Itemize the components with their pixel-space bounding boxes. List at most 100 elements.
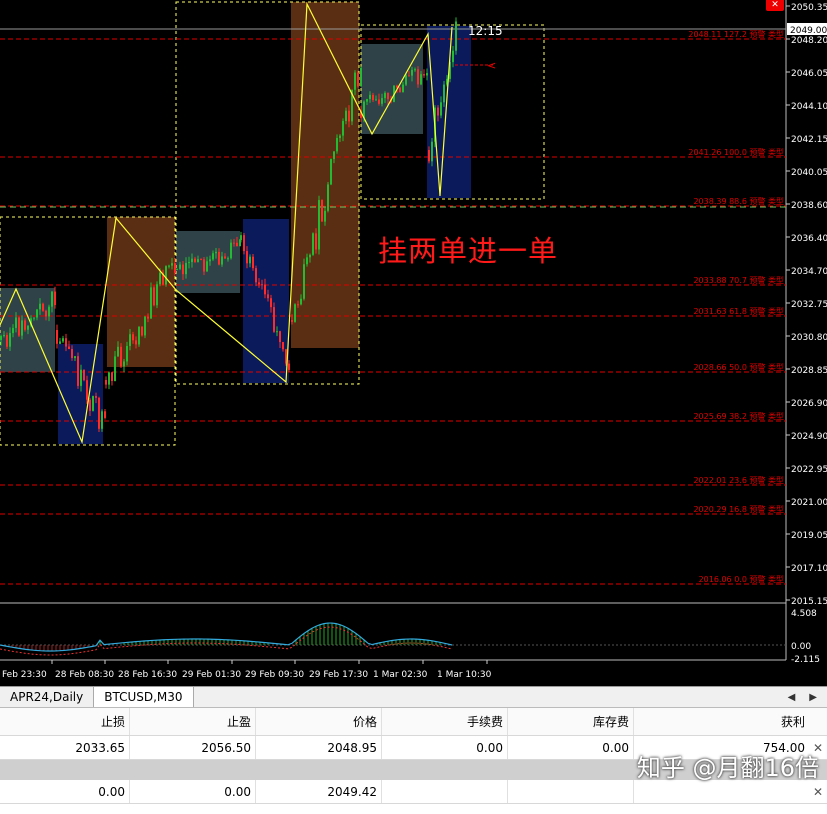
candle-body bbox=[168, 265, 170, 267]
candle-body bbox=[120, 346, 122, 367]
candle-body bbox=[138, 326, 140, 345]
candle-body bbox=[42, 303, 44, 311]
candle-body bbox=[306, 257, 308, 265]
header-stop-loss[interactable]: 止损 bbox=[0, 708, 130, 735]
candle-body bbox=[221, 256, 223, 265]
candle-body bbox=[71, 349, 73, 359]
candle-body bbox=[200, 259, 202, 261]
candle-body bbox=[39, 303, 41, 310]
candle-body bbox=[135, 340, 137, 345]
candle-body bbox=[276, 331, 278, 333]
candle-body bbox=[147, 316, 149, 319]
candle-body bbox=[327, 184, 329, 211]
row-profit bbox=[634, 780, 827, 803]
chart-canvas[interactable]: 2050.35 2048.20 2046.05 2044.10 2042.15 2040.… bbox=[0, 0, 827, 686]
candle-body bbox=[431, 141, 433, 162]
candle-body bbox=[206, 261, 208, 272]
candle-body bbox=[282, 342, 284, 350]
header-take-profit[interactable]: 止盈 bbox=[130, 708, 256, 735]
candle-body bbox=[24, 320, 26, 330]
candle-body bbox=[236, 242, 238, 247]
candle-body bbox=[354, 72, 356, 90]
candle-body bbox=[21, 320, 23, 336]
price-chart[interactable]: 2050.35 2048.20 2046.05 2044.10 2042.15 2040.… bbox=[0, 0, 827, 686]
price-tick-label: 2050.35 bbox=[791, 3, 827, 13]
candle-body bbox=[369, 94, 371, 100]
fib-level-label: 2038.39 88.6 预警 类型 bbox=[693, 196, 784, 206]
candle-body bbox=[423, 74, 425, 76]
candle-body bbox=[86, 380, 88, 400]
candle-body bbox=[174, 263, 176, 273]
candle-body bbox=[27, 325, 29, 330]
candle-body bbox=[176, 268, 178, 270]
close-order-icon[interactable]: ✕ bbox=[813, 785, 823, 799]
candle-body bbox=[212, 253, 214, 260]
candle-body bbox=[339, 135, 341, 138]
candle-body bbox=[375, 99, 377, 101]
header-profit[interactable]: 获利 bbox=[634, 708, 827, 735]
price-tick-label: 2017.10 bbox=[791, 564, 827, 574]
price-tick-label: 2034.70 bbox=[791, 267, 827, 277]
scroll-right-icon[interactable]: ▶ bbox=[809, 692, 817, 703]
candle-body bbox=[33, 317, 35, 319]
tab-btcusd-m30[interactable]: BTCUSD,M30 bbox=[94, 687, 194, 707]
candle-body bbox=[218, 251, 220, 265]
row-take-profit[interactable]: 2056.50 bbox=[130, 736, 256, 759]
row-stop-loss[interactable]: 0.00 bbox=[0, 780, 130, 803]
row-price: 2048.95 bbox=[256, 736, 382, 759]
candle-body bbox=[54, 291, 56, 306]
candle-body bbox=[288, 363, 290, 370]
tab-apr24-daily[interactable]: APR24,Daily bbox=[0, 687, 95, 707]
price-tick-label: 2026.90 bbox=[791, 399, 827, 409]
candle-body bbox=[209, 259, 211, 262]
candle-body bbox=[270, 298, 272, 308]
candle-body bbox=[51, 291, 53, 307]
price-tick-label: 2036.40 bbox=[791, 234, 827, 244]
row-stop-loss[interactable]: 2033.65 bbox=[0, 736, 130, 759]
price-tick-label: 2040.05 bbox=[791, 168, 827, 178]
candle-body bbox=[384, 92, 386, 99]
candle-body bbox=[318, 200, 320, 250]
candle-body bbox=[426, 73, 428, 76]
table-row[interactable]: 0.00 0.00 2049.42 ✕ bbox=[0, 780, 827, 804]
candle-body bbox=[0, 335, 2, 340]
candle-body bbox=[279, 331, 281, 343]
fib-level-label: 2025.69 38.2 预警 类型 bbox=[693, 411, 784, 421]
price-tick-label: 2030.80 bbox=[791, 333, 827, 343]
candle-body bbox=[182, 264, 184, 275]
candle-body bbox=[3, 335, 5, 337]
fib-level-label: 2048.11 127.2 预警 类型 bbox=[688, 29, 784, 39]
candle-body bbox=[80, 369, 82, 386]
candle-body bbox=[101, 411, 103, 429]
candle-body bbox=[402, 84, 404, 93]
candle-body bbox=[144, 316, 146, 336]
tab-scroll-arrows: ◀ ▶ bbox=[788, 692, 827, 703]
candle-body bbox=[291, 320, 293, 322]
countdown-timer: 12:15 bbox=[468, 24, 503, 38]
candle-body bbox=[188, 262, 190, 264]
scroll-left-icon[interactable]: ◀ bbox=[788, 692, 796, 703]
price-tick-label: 2021.00 bbox=[791, 498, 827, 508]
candle-body bbox=[117, 346, 119, 357]
candle-body bbox=[240, 235, 242, 240]
candle-body bbox=[153, 287, 155, 306]
price-tick-label: 2024.90 bbox=[791, 432, 827, 442]
candle-body bbox=[65, 338, 67, 347]
candle-body bbox=[126, 345, 128, 362]
candle-body bbox=[156, 284, 158, 306]
header-commission[interactable]: 手续费 bbox=[382, 708, 508, 735]
candle-body bbox=[159, 272, 161, 285]
zone-box bbox=[361, 44, 423, 134]
price-tick-label: 2032.75 bbox=[791, 300, 827, 310]
header-swap[interactable]: 库存费 bbox=[508, 708, 634, 735]
candle-body bbox=[12, 327, 14, 334]
candle-body bbox=[420, 74, 422, 85]
candle-body bbox=[114, 356, 116, 381]
candle-body bbox=[258, 282, 260, 285]
header-price[interactable]: 价格 bbox=[256, 708, 382, 735]
candle-body bbox=[399, 87, 401, 93]
close-chart-icon[interactable]: ✕ bbox=[766, 0, 784, 11]
candle-body bbox=[372, 94, 374, 101]
row-commission bbox=[382, 780, 508, 803]
row-take-profit[interactable]: 0.00 bbox=[130, 780, 256, 803]
